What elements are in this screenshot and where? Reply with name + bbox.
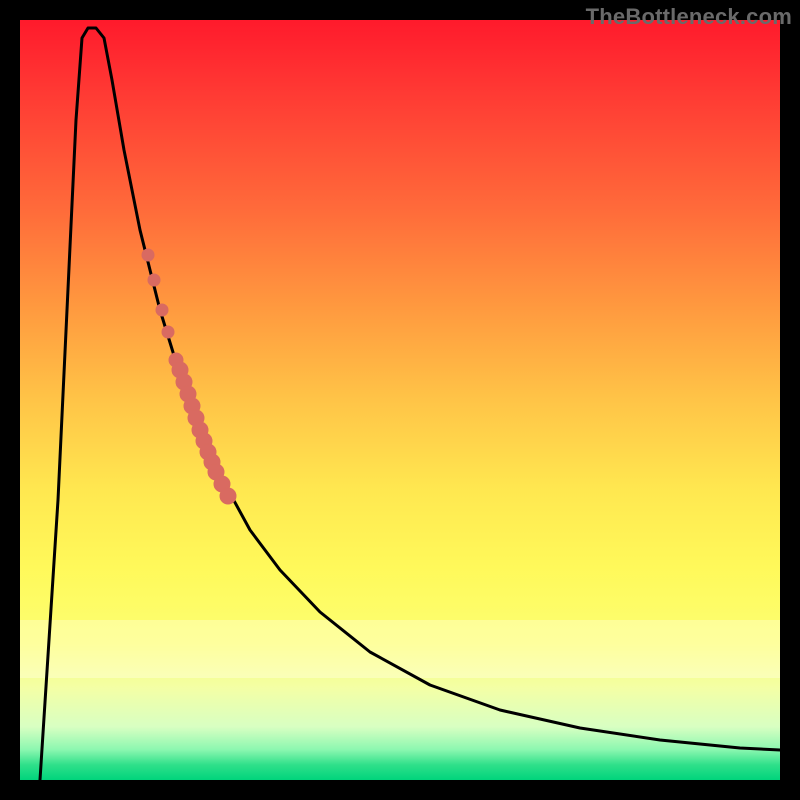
highlight-dot xyxy=(220,488,236,504)
highlight-dot xyxy=(162,326,174,338)
bottleneck-curve-line xyxy=(40,28,780,780)
highlight-dot xyxy=(156,304,168,316)
highlight-dot xyxy=(142,249,154,261)
chart-frame: TheBottleneck.com xyxy=(0,0,800,800)
chart-svg xyxy=(20,20,780,780)
watermark-text: TheBottleneck.com xyxy=(586,4,792,30)
highlight-dots-group xyxy=(142,249,236,504)
plot-area xyxy=(20,20,780,780)
highlight-dot xyxy=(148,274,160,286)
